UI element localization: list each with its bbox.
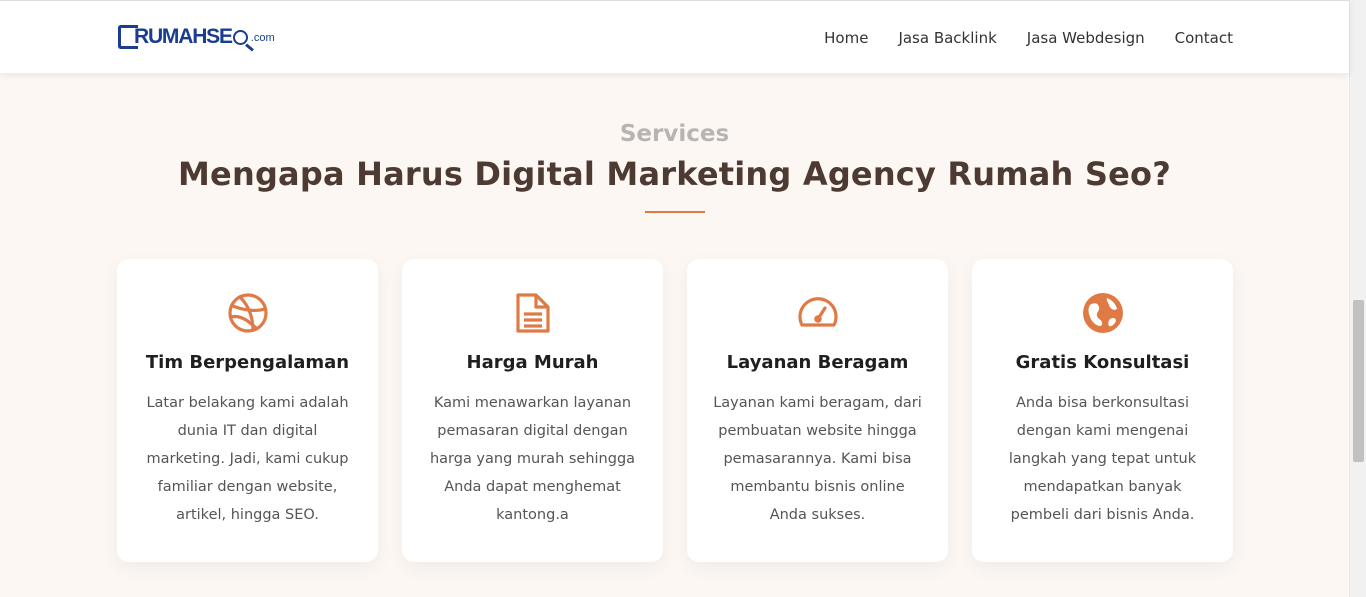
service-card-layanan-beragam: Layanan Beragam Layanan kami beragam, da… (687, 259, 948, 562)
magnifier-icon (232, 29, 248, 45)
services-cards: Tim Berpengalaman Latar belakang kami ad… (117, 259, 1233, 562)
card-text: Anda bisa berkonsultasi dengan kami meng… (1008, 395, 1197, 523)
nav-link-jasa-backlink[interactable]: Jasa Backlink (898, 29, 996, 47)
site-logo[interactable]: RUMAHSE .com (118, 23, 275, 51)
card-title: Layanan Beragam (726, 352, 909, 373)
globe-icon (1082, 292, 1124, 334)
document-icon (512, 292, 554, 334)
page-scrollbar[interactable] (1349, 0, 1366, 597)
speedometer-icon (797, 292, 839, 334)
logo-suffix: .com (250, 32, 275, 44)
section-kicker: Services (619, 121, 730, 147)
service-card-gratis-konsultasi: Gratis Konsultasi Anda bisa berkonsultas… (972, 259, 1233, 562)
card-title: Gratis Konsultasi (1015, 352, 1190, 373)
service-card-harga-murah: Harga Murah Kami menawarkan layanan pema… (402, 259, 663, 562)
basketball-icon (227, 292, 269, 334)
card-title: Tim Berpengalaman (145, 352, 350, 373)
card-text: Latar belakang kami adalah dunia IT dan … (146, 395, 349, 523)
card-title: Harga Murah (466, 352, 599, 373)
card-text: Kami menawarkan layanan pemasaran digita… (429, 395, 636, 523)
nav-link-home[interactable]: Home (824, 29, 868, 47)
title-divider (645, 211, 705, 213)
nav-link-contact[interactable]: Contact (1175, 29, 1233, 47)
logo-text: RUMAHSE (134, 25, 233, 48)
site-header: RUMAHSE .com Home Jasa Backlink Jasa Web… (0, 0, 1349, 73)
scrollbar-thumb[interactable] (1353, 300, 1364, 462)
nav-link-jasa-webdesign[interactable]: Jasa Webdesign (1027, 29, 1145, 47)
service-card-tim-berpengalaman: Tim Berpengalaman Latar belakang kami ad… (117, 259, 378, 562)
section-title: Mengapa Harus Digital Marketing Agency R… (178, 155, 1171, 193)
main-nav: Home Jasa Backlink Jasa Webdesign Contac… (794, 1, 1233, 74)
card-text: Layanan kami beragam, dari pembuatan web… (713, 395, 922, 523)
